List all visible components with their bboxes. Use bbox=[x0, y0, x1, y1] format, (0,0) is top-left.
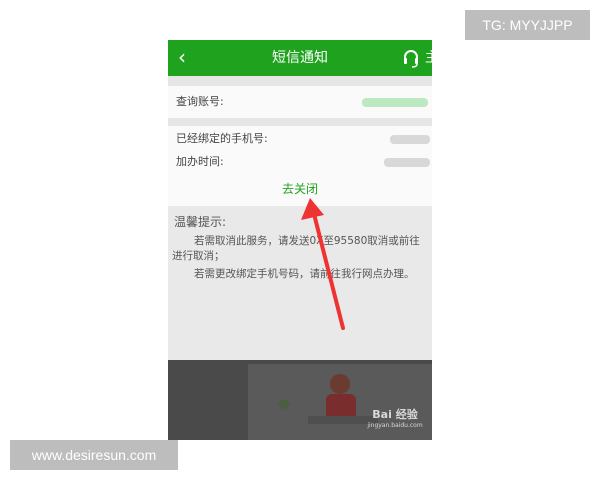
account-value-obscured bbox=[362, 98, 428, 107]
page-title: 短信通知 bbox=[272, 50, 328, 66]
headset-icon[interactable] bbox=[402, 48, 420, 68]
baidu-jingyan-logo: Bai 经验 jingyan.baidu.com bbox=[364, 408, 426, 436]
close-service-link[interactable]: 去关闭 bbox=[168, 181, 432, 197]
account-label: 查询账号: bbox=[176, 95, 224, 108]
bottom-photo-overlay: Bai 经验 jingyan.baidu.com bbox=[168, 360, 432, 440]
divider bbox=[168, 76, 432, 86]
tip-line-1: 若需取消此服务，请发送0X至95580取消或前往 bbox=[194, 235, 420, 247]
tips-section: 温馨提示: 若需取消此服务，请发送0X至95580取消或前往 进行取消； 若需更… bbox=[168, 206, 432, 360]
topbar-extra-label[interactable]: 主 bbox=[425, 48, 432, 68]
bound-phone-value-obscured bbox=[390, 135, 430, 144]
tip-line-2: 进行取消； bbox=[172, 250, 225, 262]
tip-line-3: 若需更改绑定手机号码，请前往我行网点办理。 bbox=[194, 268, 415, 280]
signup-time-label: 加办时间: bbox=[176, 155, 224, 168]
watermark-tg: TG: MYYJJPP bbox=[465, 10, 590, 40]
signup-time-value-obscured bbox=[384, 158, 430, 167]
bound-phone-label: 已经绑定的手机号: bbox=[176, 132, 268, 145]
watermark-site: www.desiresun.com bbox=[10, 440, 178, 470]
top-navigation-bar: ‹ 短信通知 主 bbox=[168, 40, 432, 76]
account-section: 查询账号: bbox=[168, 86, 432, 118]
phone-screen: ‹ 短信通知 主 查询账号: 已经绑定的手机号: 加办时间: 去关闭 温馨提示:… bbox=[168, 40, 432, 440]
tips-title: 温馨提示: bbox=[174, 215, 227, 229]
divider bbox=[168, 118, 432, 126]
baidu-logo-text: Bai 经验 bbox=[372, 408, 418, 421]
baidu-logo-url: jingyan.baidu.com bbox=[367, 422, 423, 429]
